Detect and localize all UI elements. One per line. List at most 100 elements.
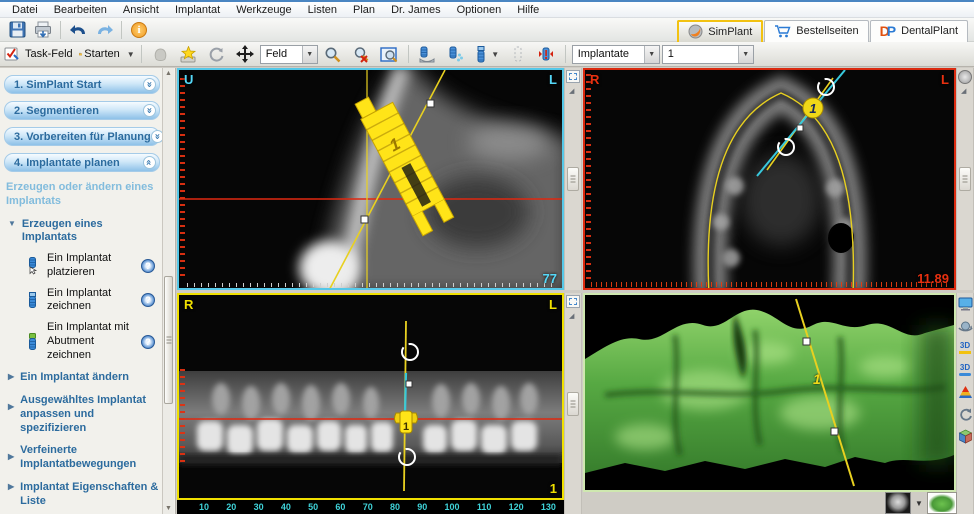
disabled-object-button[interactable] [148, 44, 174, 65]
redo-button[interactable] [91, 19, 117, 40]
splitter-grip[interactable] [567, 392, 579, 416]
menu-datei[interactable]: Datei [4, 4, 46, 16]
help-icon[interactable]: ? [141, 293, 155, 307]
thumb-grip-icon [166, 337, 171, 344]
info-button[interactable]: i [126, 19, 152, 40]
subsection-implantat-anpassen[interactable]: ▶ Ausgewähltes Implantat anpassen und sp… [8, 394, 159, 435]
splitter-top-right[interactable]: ◢ [956, 68, 974, 290]
pan-button[interactable] [232, 44, 258, 65]
menu-dr-james[interactable]: Dr. James [383, 4, 449, 16]
3d-tools-strip[interactable]: 3D 3D [956, 293, 974, 514]
panoramic-viewport[interactable]: 1 R L 1 [177, 293, 564, 500]
cross-section-viewport[interactable]: 1 U L 77 [177, 68, 564, 290]
implant-handle[interactable] [361, 216, 368, 223]
mini-arrow-icon[interactable]: ◢ [961, 87, 966, 95]
menu-implantat[interactable]: Implantat [167, 4, 228, 16]
zoom-region-icon [380, 46, 398, 63]
zoom-in-button[interactable] [320, 44, 346, 65]
subsection-erzeugen-implantat[interactable]: ▼ Erzeugen eines Implantats [8, 218, 159, 246]
implant-number-combobox-value: 1 [668, 48, 674, 60]
menu-listen[interactable]: Listen [300, 4, 345, 16]
expand-chevron-icon[interactable] [143, 78, 156, 91]
subsection-implantat-aendern[interactable]: ▶ Ein Implantat ändern [8, 371, 159, 385]
action-implantat-zeichnen[interactable]: Ein Implantat zeichnen ? [26, 287, 155, 315]
section-segmentieren[interactable]: 2. Segmentieren [4, 101, 160, 120]
zoom-region-button[interactable] [376, 44, 402, 65]
expand-chevron-icon[interactable] [143, 104, 156, 117]
splitter-grip[interactable] [567, 167, 579, 191]
selection-icon[interactable] [566, 295, 580, 308]
mini-arrow-icon[interactable]: ◢ [569, 87, 574, 95]
selection-icon[interactable] [566, 70, 580, 83]
tab-bestellseiten[interactable]: Bestellseiten [764, 20, 868, 42]
head-thumbnail[interactable] [885, 492, 911, 514]
subsection-verfeinerte-bewegungen[interactable]: ▶ Verfeinerte Implantatbewegungen [8, 444, 159, 472]
menu-hilfe[interactable]: Hilfe [509, 4, 547, 16]
place-implant-icon [418, 46, 437, 63]
splitter-bottom-middle[interactable]: ◢ [564, 293, 582, 514]
triangle-expanded-icon: ▼ [8, 219, 16, 229]
help-icon[interactable]: ? [141, 259, 155, 273]
undo-button[interactable] [65, 19, 91, 40]
print-button[interactable] [30, 19, 56, 40]
3d-model-viewport[interactable]: 1 [583, 293, 956, 492]
menu-bearbeiten[interactable]: Bearbeiten [46, 4, 115, 16]
orbit-button[interactable] [957, 318, 973, 334]
subsection-eigenschaften-liste[interactable]: ▶ Implantat Eigenschaften & Liste [8, 481, 159, 509]
collapse-chevron-icon[interactable]: » [114, 501, 125, 514]
menu-ansicht[interactable]: Ansicht [115, 4, 167, 16]
feld-combobox[interactable]: Feld ▼ [260, 45, 318, 64]
sidebar-scrollbar[interactable]: ▲ ▼ [162, 68, 174, 514]
implant-number-combobox[interactable]: 1 ▼ [662, 45, 754, 64]
rotate-3d-button[interactable] [957, 406, 973, 422]
place-implant-button[interactable] [415, 44, 441, 65]
section-simplant-start[interactable]: 1. SimPlant Start [4, 75, 160, 94]
task-feld-checkbox[interactable] [3, 44, 21, 65]
menu-optionen[interactable]: Optionen [449, 4, 510, 16]
cart-icon [774, 24, 791, 39]
menu-werkzeuge[interactable]: Werkzeuge [228, 4, 299, 16]
action-implantat-platzieren[interactable]: Ein Implantat platzieren ? [26, 252, 155, 280]
view-options-icon[interactable] [958, 70, 972, 84]
splitter-top-middle[interactable]: ◢ [564, 68, 582, 290]
scrollbar-thumb[interactable] [164, 276, 173, 404]
tab-simplant[interactable]: SimPlant [677, 20, 763, 42]
implant-handle[interactable] [797, 125, 803, 131]
starten-button[interactable]: Starten ▼ [79, 44, 135, 65]
display-button[interactable] [957, 296, 973, 312]
scroll-up-icon[interactable]: ▲ [163, 68, 174, 79]
implant-handle[interactable] [406, 381, 412, 387]
implantate-combobox[interactable]: Implantate ▼ [572, 45, 660, 64]
3d-view-button[interactable]: 3D [957, 362, 973, 378]
draw-implant-button[interactable] [443, 44, 469, 65]
implant-handle[interactable] [427, 100, 434, 107]
implant-update-button[interactable] [533, 44, 559, 65]
mini-arrow-icon[interactable]: ◢ [569, 312, 574, 320]
orientation-label-l: L [549, 297, 557, 312]
collapse-chevron-icon[interactable] [143, 156, 156, 169]
new-item-button[interactable] [176, 44, 202, 65]
implant-handle[interactable] [803, 338, 810, 345]
zoom-delete-button[interactable] [348, 44, 374, 65]
tab-dentalplant[interactable]: DP DentalPlant [870, 20, 968, 42]
draw-implant-icon [446, 46, 465, 63]
3d-planning-button[interactable]: 3D [957, 340, 973, 356]
draw-implant-abutment-button[interactable]: ▼ [471, 44, 503, 65]
colormap-button[interactable] [957, 384, 973, 400]
thumbnail-dropdown-icon[interactable]: ▼ [915, 499, 923, 508]
implant-disabled-button[interactable] [505, 44, 531, 65]
toolbar-separator [408, 45, 409, 63]
section-implantate-planen[interactable]: 4. Implantate planen [4, 153, 160, 172]
section-vorbereiten[interactable]: 3. Vorbereiten für Planung [4, 127, 160, 146]
help-icon[interactable]: ? [141, 335, 155, 349]
model-thumbnail[interactable] [927, 492, 957, 514]
rotate-button[interactable] [204, 44, 230, 65]
cube-button[interactable] [957, 428, 973, 444]
splitter-grip[interactable] [959, 167, 971, 191]
scroll-down-icon[interactable]: ▼ [163, 503, 174, 514]
implant-handle[interactable] [831, 428, 838, 435]
axial-viewport[interactable]: 1 R L 11.89 [583, 68, 956, 290]
menu-plan[interactable]: Plan [345, 4, 383, 16]
save-button[interactable] [4, 19, 30, 40]
action-implantat-abutment-zeichnen[interactable]: Ein Implantat mit Abutment zeichnen ? [26, 321, 155, 362]
